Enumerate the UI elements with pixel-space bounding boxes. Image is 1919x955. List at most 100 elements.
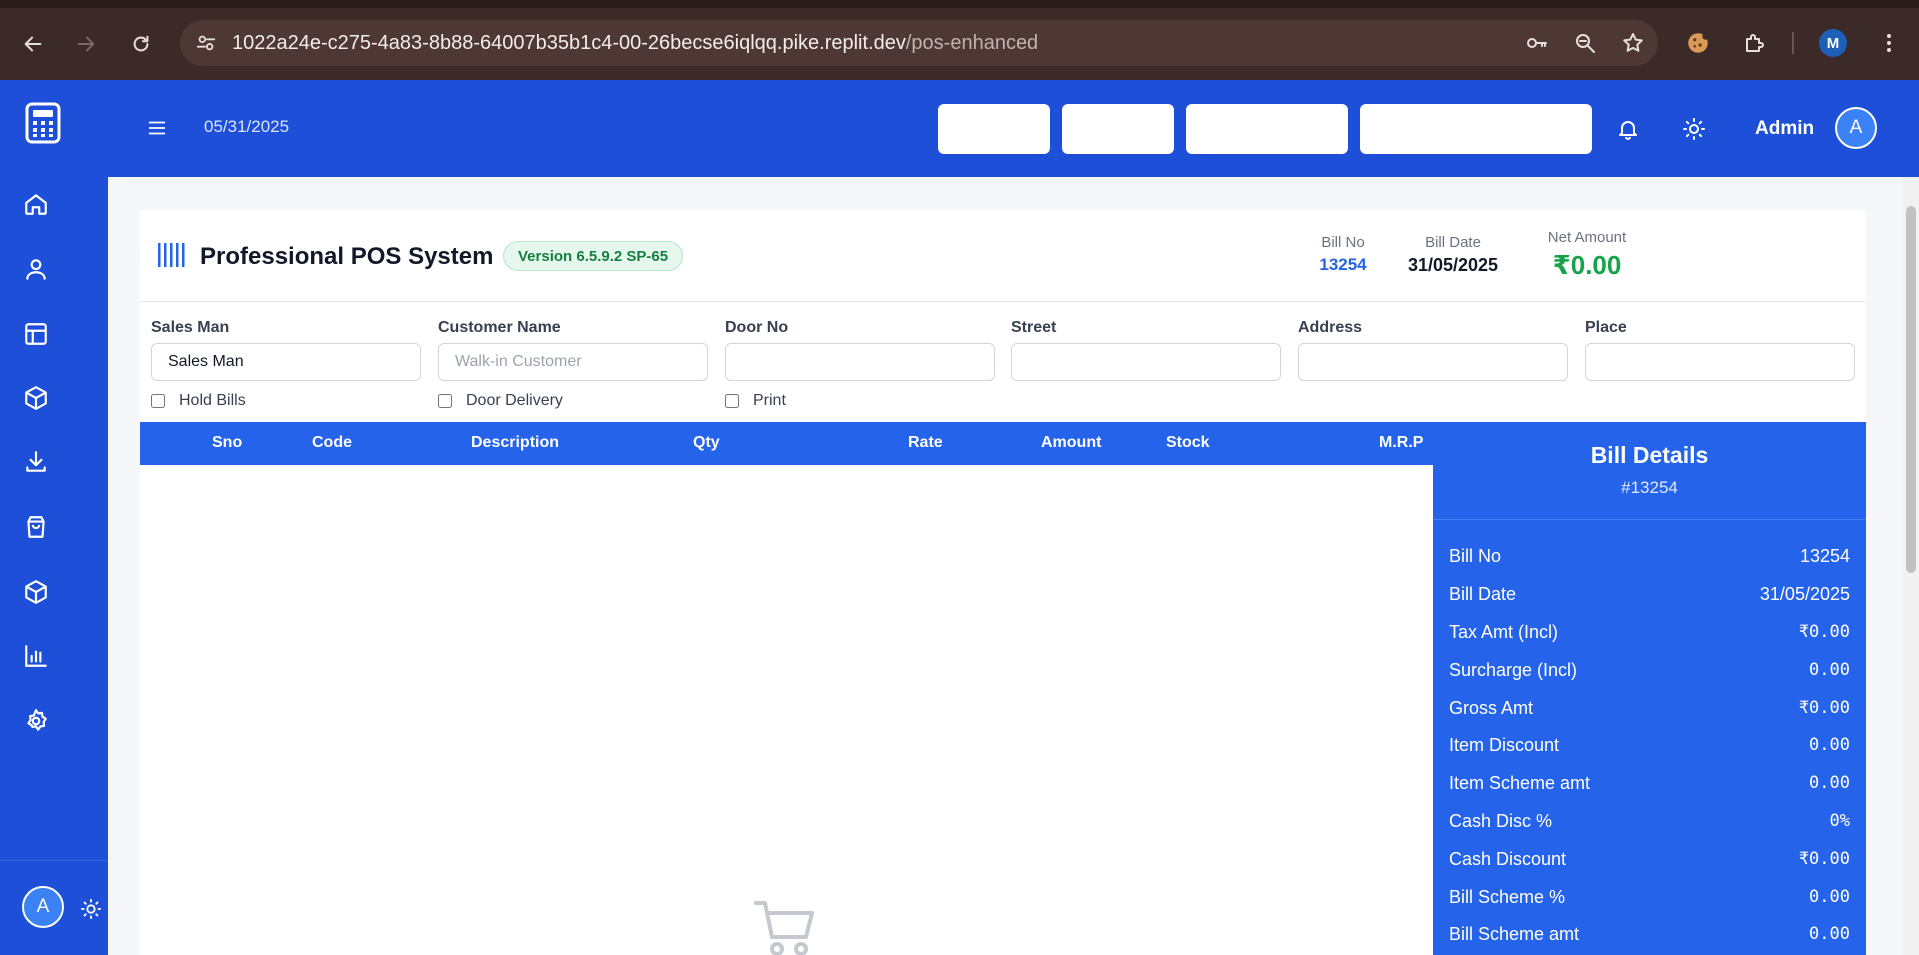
browser-menu-icon[interactable] bbox=[1874, 28, 1904, 58]
bill-details-divider bbox=[1433, 519, 1866, 520]
arrow-right-icon bbox=[77, 36, 95, 52]
empty-cart-icon bbox=[752, 897, 818, 955]
sidebar-user-avatar[interactable]: A bbox=[22, 886, 64, 928]
print-label: Print bbox=[753, 392, 786, 409]
calculator-logo-icon[interactable] bbox=[24, 102, 62, 144]
door-delivery-option[interactable]: Door Delivery bbox=[438, 392, 563, 410]
header-date: 05/31/2025 bbox=[204, 117, 290, 136]
bill-row-value: 0.00 bbox=[1809, 887, 1850, 907]
pos-header: Professional POS System Version 6.5.9.2 … bbox=[140, 210, 1866, 302]
sidebar-item-sales[interactable] bbox=[20, 511, 52, 543]
customer-form: Sales Man Customer Name Door No Street A… bbox=[140, 302, 1866, 412]
column-stock[interactable]: Stock bbox=[1166, 434, 1210, 452]
barcode-icon bbox=[158, 243, 188, 267]
header-action-button-1[interactable] bbox=[938, 104, 1050, 154]
door-no-input[interactable] bbox=[725, 343, 995, 381]
theme-toggle-button[interactable] bbox=[1682, 117, 1706, 141]
bill-row-surcharge: Surcharge (Incl) 0.00 bbox=[1449, 655, 1850, 685]
door-delivery-checkbox[interactable] bbox=[438, 394, 452, 408]
address-input[interactable] bbox=[1298, 343, 1568, 381]
street-label: Street bbox=[1011, 319, 1057, 336]
net-amount-label: Net Amount bbox=[1547, 229, 1627, 246]
bill-details-title: Bill Details bbox=[1590, 442, 1709, 468]
bill-row-bill-scheme-amt: Bill Scheme amt 0.00 bbox=[1449, 919, 1850, 949]
customer-name-input[interactable] bbox=[438, 343, 708, 381]
column-amount[interactable]: Amount bbox=[1041, 434, 1101, 452]
toolbar-divider bbox=[1792, 32, 1794, 54]
bill-row-item-scheme-amt: Item Scheme amt 0.00 bbox=[1449, 768, 1850, 798]
extensions-puzzle-icon[interactable] bbox=[1739, 28, 1769, 58]
hold-bills-label: Hold Bills bbox=[179, 392, 246, 409]
version-badge: Version 6.5.9.2 SP-65 bbox=[503, 241, 684, 271]
forward-button[interactable] bbox=[70, 28, 102, 60]
column-qty[interactable]: Qty bbox=[693, 434, 720, 452]
address-bar[interactable]: 1022a24e-c275-4a83-8b88-64007b35b1c4-00-… bbox=[180, 20, 1658, 66]
page-scrollbar[interactable] bbox=[1903, 177, 1919, 955]
bill-row-gross-amt: Gross Amt ₹0.00 bbox=[1449, 693, 1850, 723]
bill-date-label: Bill Date bbox=[1425, 234, 1481, 251]
address-field: Address bbox=[1298, 319, 1568, 381]
bill-row-value: 0.00 bbox=[1809, 924, 1850, 944]
customer-name-label: Customer Name bbox=[438, 319, 561, 336]
hamburger-icon bbox=[148, 121, 166, 135]
bill-row-label: Surcharge (Incl) bbox=[1449, 659, 1578, 680]
bill-row-label: Item Scheme amt bbox=[1449, 772, 1591, 793]
column-code[interactable]: Code bbox=[312, 434, 352, 452]
print-checkbox[interactable] bbox=[725, 394, 739, 408]
sidebar-item-inventory[interactable] bbox=[20, 576, 52, 608]
package-icon bbox=[25, 386, 47, 410]
column-rate[interactable]: Rate bbox=[908, 434, 943, 452]
place-input[interactable] bbox=[1585, 343, 1855, 381]
header-action-button-4[interactable] bbox=[1360, 104, 1592, 154]
header-action-button-3[interactable] bbox=[1186, 104, 1348, 154]
zoom-icon[interactable] bbox=[1572, 30, 1598, 56]
sidebar-item-import[interactable] bbox=[20, 446, 52, 478]
back-button[interactable] bbox=[17, 28, 49, 60]
reload-button[interactable] bbox=[125, 28, 157, 60]
sidebar-item-settings[interactable] bbox=[20, 705, 52, 737]
bill-row-label: Tax Amt (Incl) bbox=[1449, 621, 1559, 642]
sidebar-item-layout[interactable] bbox=[20, 318, 52, 350]
bill-date-value: 31/05/2025 bbox=[1407, 255, 1499, 275]
sidebar-item-customers[interactable] bbox=[20, 253, 52, 285]
column-description[interactable]: Description bbox=[471, 434, 559, 452]
sidebar-item-products[interactable] bbox=[20, 382, 52, 414]
url-text[interactable]: 1022a24e-c275-4a83-8b88-64007b35b1c4-00-… bbox=[232, 32, 1038, 55]
app-header: 05/31/2025 Admin A bbox=[108, 80, 1919, 177]
scrollbar-thumb[interactable] bbox=[1906, 206, 1916, 573]
bill-row-item-discount: Item Discount 0.00 bbox=[1449, 730, 1850, 760]
column-mrp[interactable]: M.R.P bbox=[1379, 434, 1423, 452]
street-input[interactable] bbox=[1011, 343, 1281, 381]
print-option[interactable]: Print bbox=[725, 392, 786, 410]
gear-icon bbox=[27, 709, 47, 731]
bill-row-label: Bill Scheme amt bbox=[1449, 923, 1580, 944]
user-name[interactable]: Admin bbox=[1755, 118, 1814, 140]
sidebar-item-home[interactable] bbox=[20, 188, 52, 220]
bar-chart-icon bbox=[25, 645, 47, 667]
bill-row-value: 0.00 bbox=[1809, 773, 1850, 793]
sidebar-theme-toggle[interactable] bbox=[80, 898, 102, 920]
column-sno[interactable]: Sno bbox=[212, 434, 242, 452]
tab-strip bbox=[0, 0, 1919, 8]
profile-avatar[interactable]: M bbox=[1819, 29, 1847, 57]
page-title: Professional POS System bbox=[200, 243, 494, 270]
password-key-icon[interactable] bbox=[1524, 30, 1550, 56]
menu-toggle-button[interactable] bbox=[146, 117, 168, 139]
site-settings-icon[interactable] bbox=[194, 31, 218, 55]
bookmark-star-icon[interactable] bbox=[1620, 30, 1646, 56]
bill-row-label: Bill Date bbox=[1449, 583, 1517, 604]
sidebar-item-reports[interactable] bbox=[20, 640, 52, 672]
bill-no-label: Bill No bbox=[1321, 234, 1365, 251]
cookie-extension-icon[interactable] bbox=[1683, 28, 1713, 58]
hold-bills-option[interactable]: Hold Bills bbox=[151, 392, 246, 410]
browser-chrome: 1022a24e-c275-4a83-8b88-64007b35b1c4-00-… bbox=[0, 0, 1919, 80]
user-avatar[interactable]: A bbox=[1835, 107, 1877, 149]
bill-row-tax-amt: Tax Amt (Incl) ₹0.00 bbox=[1449, 617, 1850, 647]
sales-man-input[interactable] bbox=[151, 343, 421, 381]
bill-row-cash-discount: Cash Discount ₹0.00 bbox=[1449, 844, 1850, 874]
hold-bills-checkbox[interactable] bbox=[151, 394, 165, 408]
bill-row-bill-scheme-pct: Bill Scheme % 0.00 bbox=[1449, 882, 1850, 912]
bill-row-value: ₹0.00 bbox=[1798, 849, 1850, 869]
notifications-button[interactable] bbox=[1616, 117, 1640, 141]
header-action-button-2[interactable] bbox=[1062, 104, 1174, 154]
